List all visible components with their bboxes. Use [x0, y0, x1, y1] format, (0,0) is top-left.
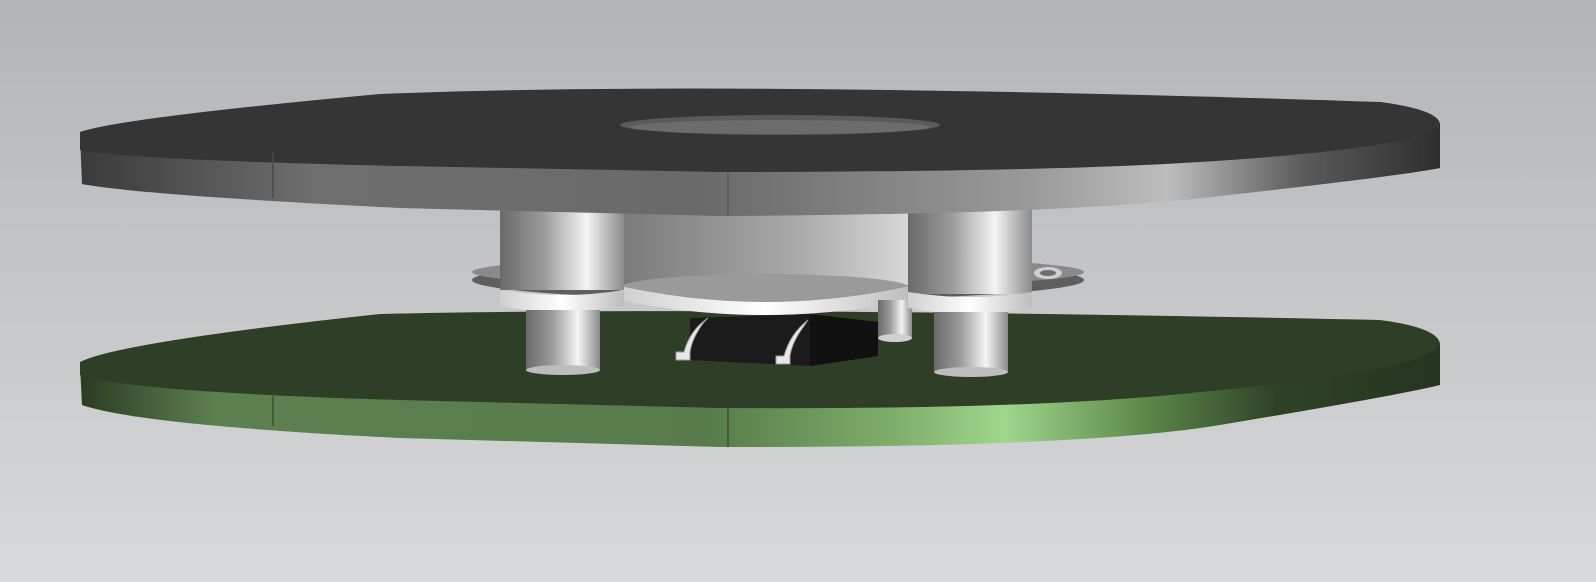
ic-chip: [675, 314, 878, 366]
assembly-render: [0, 0, 1596, 582]
cad-3d-viewport[interactable]: [0, 0, 1596, 582]
